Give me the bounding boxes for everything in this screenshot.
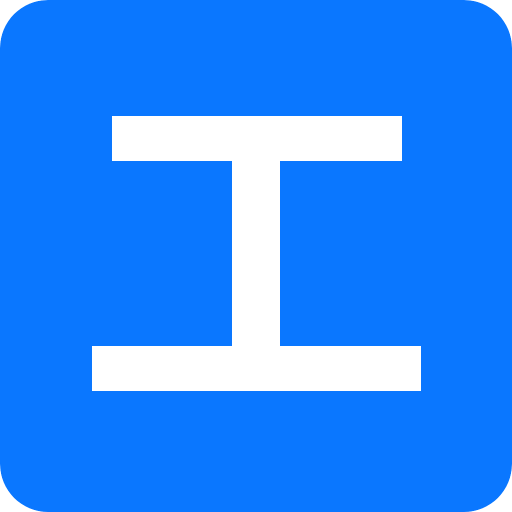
glyph-bottom-bar xyxy=(92,346,421,391)
app-icon[interactable] xyxy=(0,0,512,512)
text-cursor-icon xyxy=(0,0,512,512)
glyph-stem xyxy=(232,160,280,350)
glyph-top-bar xyxy=(112,116,402,161)
